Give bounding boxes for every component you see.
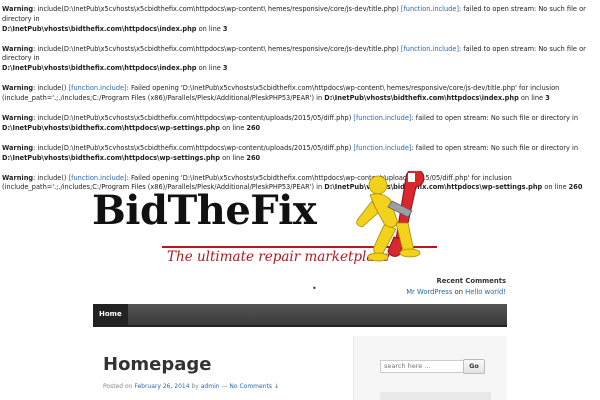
warning-text: : include(D:\InetPub\x5cvhosts\x5cbidthe… (33, 5, 401, 13)
comments-link[interactable]: No Comments ↓ (229, 383, 279, 390)
warning-line-label: on line (518, 93, 546, 102)
warning-line-label: on line (219, 123, 247, 132)
warning-text: : include(D:\InetPub\x5cvhosts\x5cbidthe… (33, 44, 401, 53)
search-input[interactable] (380, 360, 466, 373)
warning-text: : failed to open stream: No such file or… (411, 113, 579, 122)
recent-comments-heading: Recent Comments (436, 277, 506, 285)
warning-line-label: on line (196, 24, 223, 33)
sidebar-widget (380, 392, 491, 400)
warning-text: : include() (33, 84, 69, 93)
by-label: by (189, 383, 201, 390)
function-include-link[interactable]: [function.include] (401, 45, 459, 53)
function-include-link[interactable]: [function.include] (353, 144, 411, 152)
warning-message: Warning: include(D:\InetPub\x5cvhosts\x5… (0, 5, 600, 34)
warning-message: Warning: include() [function.include]: F… (0, 84, 600, 104)
warning-label: Warning (2, 143, 34, 152)
warning-line-number: 3 (545, 93, 550, 102)
warning-line-number: 260 (246, 123, 261, 132)
warning-label: Warning (2, 5, 34, 13)
post-meta: Posted on February 26, 2014 by admin — N… (103, 383, 279, 390)
comment-on-text: on (452, 288, 466, 296)
page-title: Homepage (103, 354, 212, 375)
comment-author-link[interactable]: Mr WordPress (406, 288, 452, 296)
warning-path: D:\InetPub\vhosts\bidthefix.com\httpdocs… (2, 24, 197, 33)
search-go-button[interactable]: Go (463, 359, 485, 374)
warning-path: D:\InetPub\vhosts\bidthefix.com\httpdocs… (324, 93, 519, 102)
function-include-link[interactable]: [function.include] (69, 84, 127, 92)
warning-path: D:\InetPub\vhosts\bidthefix.com\httpdocs… (2, 64, 197, 73)
warning-label: Warning (2, 113, 34, 122)
warning-message: Warning: include(D:\InetPub\x5cvhosts\x5… (0, 45, 600, 74)
warning-line-number: 3 (222, 64, 228, 73)
warning-line-number: 260 (246, 153, 261, 162)
warning-text: : include(D:\InetPub\x5cvhosts\x5cbidthe… (33, 113, 354, 122)
warning-text: : failed to open stream: No such file or… (411, 143, 579, 152)
warning-line-number: 3 (222, 24, 228, 33)
warning-line-label: on line (219, 153, 247, 162)
warning-message: Warning: include(D:\InetPub\x5cvhosts\x5… (0, 114, 600, 134)
main-navigation: Home (93, 304, 507, 327)
post-author-link[interactable]: admin (201, 383, 220, 390)
recent-comment-item: Mr WordPress on Hello world! (406, 287, 506, 298)
function-include-link[interactable]: [function.include] (353, 114, 411, 122)
logo-wordmark: BidTheFix (92, 187, 317, 234)
function-include-link[interactable]: [function.include] (401, 5, 459, 13)
warning-label: Warning (2, 84, 34, 93)
posted-on-label: Posted on (103, 383, 135, 390)
post-date-link[interactable]: February 26, 2014 (134, 383, 189, 390)
warning-path: D:\InetPub\vhosts\bidthefix.com\httpdocs… (2, 123, 220, 132)
warning-label: Warning (2, 173, 34, 182)
recent-comments-widget: Recent Comments Mr WordPress on Hello wo… (406, 276, 506, 298)
warning-label: Warning (2, 44, 34, 53)
site-logo[interactable]: BidTheFix The ultimate repair marketplac… (92, 171, 437, 268)
nav-item-home[interactable]: Home (93, 304, 128, 325)
meta-separator: — (219, 383, 230, 390)
bullet-dot: • (312, 284, 317, 293)
post-article: Homepage Posted on February 26, 2014 by … (93, 336, 354, 400)
warning-path: D:\InetPub\vhosts\bidthefix.com\httpdocs… (2, 153, 220, 162)
warning-line-number: 260 (568, 183, 583, 192)
warning-text: : include(D:\InetPub\x5cvhosts\x5cbidthe… (33, 143, 354, 152)
warning-text: : include() (33, 173, 69, 182)
content-area: Homepage Posted on February 26, 2014 by … (93, 336, 507, 400)
warning-line-label: on line (542, 183, 569, 192)
wrench-mascot-icon (356, 171, 425, 262)
warning-message: Warning: include(D:\InetPub\x5cvhosts\x5… (0, 144, 600, 164)
comment-post-link[interactable]: Hello world! (465, 288, 506, 296)
warning-line-label: on line (196, 64, 223, 73)
